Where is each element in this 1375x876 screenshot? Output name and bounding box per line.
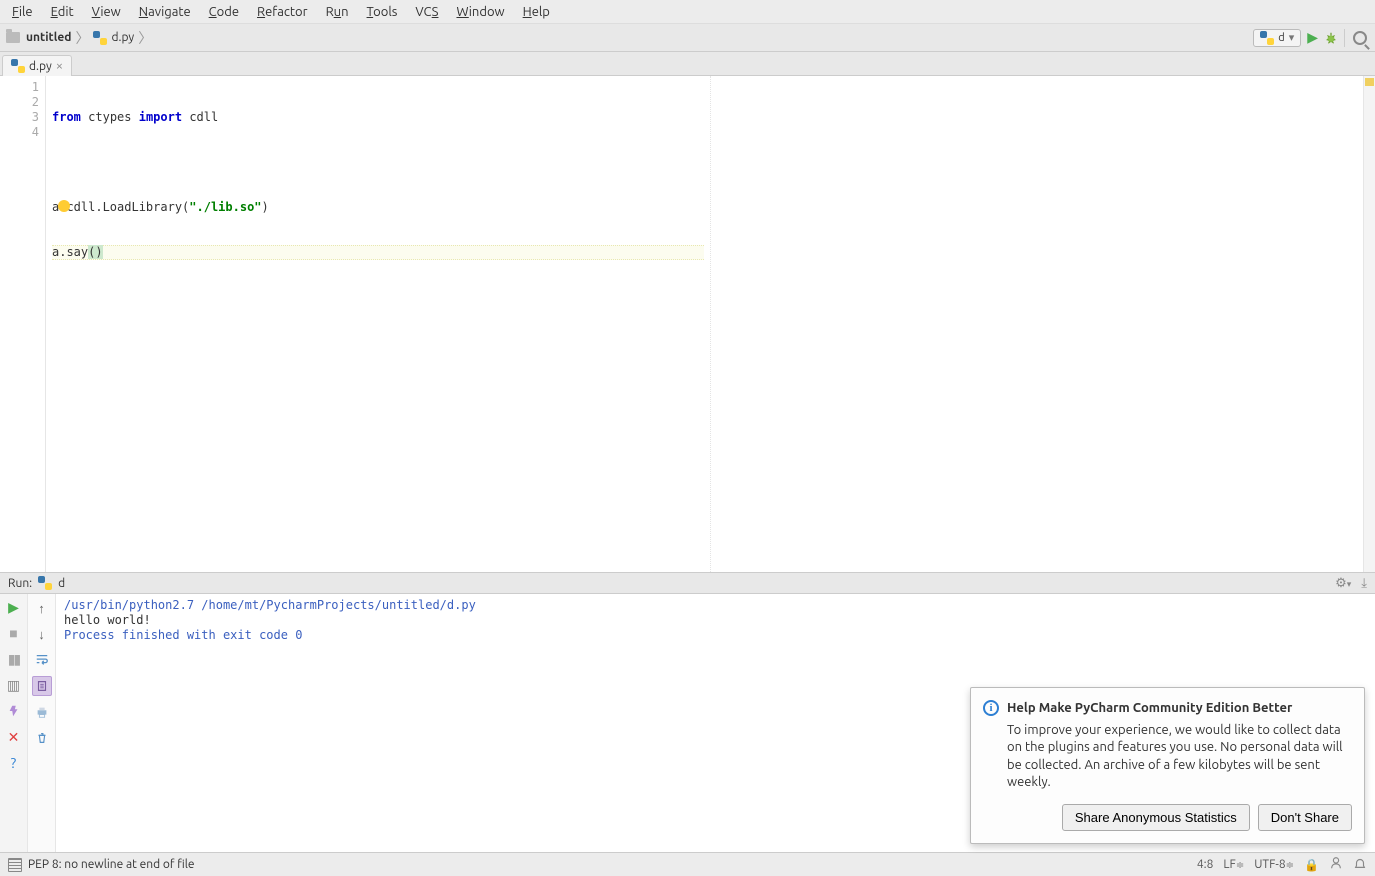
editor-blank	[710, 76, 1363, 572]
menu-edit[interactable]: Edit	[43, 3, 82, 21]
run-config-name: d	[1278, 32, 1284, 44]
close-button[interactable]: ✕	[5, 728, 23, 746]
python-icon	[1260, 31, 1274, 45]
dont-share-button[interactable]: Don't Share	[1258, 804, 1352, 831]
menubar: File Edit View Navigate Code Refactor Ru…	[0, 0, 1375, 24]
menu-view[interactable]: View	[84, 3, 129, 21]
intention-bulb-icon[interactable]	[58, 200, 70, 212]
notifications-icon[interactable]	[1353, 856, 1367, 873]
editor-tabs: d.py ×	[0, 52, 1375, 76]
run-panel-label: Run:	[8, 577, 32, 590]
line-number: 3	[0, 110, 39, 125]
warning-marker-icon[interactable]	[1365, 78, 1374, 86]
python-icon	[11, 59, 25, 73]
gear-icon[interactable]: ⚙▾	[1335, 576, 1351, 591]
layout-button[interactable]: ▥	[5, 676, 23, 694]
run-panel-header: Run: d ⚙▾ ⤓	[0, 572, 1375, 594]
rerun-button[interactable]: ▶	[5, 598, 23, 616]
up-stacktrace-button[interactable]: ↑	[32, 598, 52, 618]
line-number: 2	[0, 95, 39, 110]
processes-icon[interactable]	[1329, 856, 1343, 873]
clear-all-button[interactable]	[32, 728, 52, 748]
toolbar: untitled 〉 d.py 〉 d ▾ ▶	[0, 24, 1375, 52]
run-config-selector[interactable]: d ▾	[1253, 29, 1301, 47]
menu-file[interactable]: File	[4, 3, 41, 21]
pause-button[interactable]: ▮▮	[5, 650, 23, 668]
console-exit: Process finished with exit code 0	[64, 628, 1367, 643]
status-message: PEP 8: no newline at end of file	[28, 858, 194, 871]
run-panel: ▶ ■ ▮▮ ▥ ✕ ? ↑ ↓ /usr/bin/python2.7 /hom…	[0, 594, 1375, 852]
line-number: 4	[0, 125, 39, 140]
breadcrumb-sep-icon: 〉	[75, 28, 89, 48]
popup-title: Help Make PyCharm Community Edition Bett…	[1007, 701, 1292, 715]
gutter: 1 2 3 4	[0, 76, 46, 572]
chevron-down-icon: ▾	[1289, 31, 1295, 44]
menu-window[interactable]: Window	[448, 3, 512, 21]
menu-help[interactable]: Help	[515, 3, 558, 21]
pin-button[interactable]	[5, 702, 23, 720]
line-number: 1	[0, 80, 39, 95]
popup-body: To improve your experience, we would lik…	[1007, 722, 1352, 792]
print-button[interactable]	[32, 702, 52, 722]
close-icon[interactable]: ×	[56, 59, 63, 73]
breadcrumb: untitled 〉 d.py 〉	[6, 28, 152, 48]
console-command: /usr/bin/python2.7 /home/mt/PycharmProje…	[64, 598, 1367, 613]
error-stripe[interactable]	[1363, 76, 1375, 572]
line-separator[interactable]: LF≑	[1223, 858, 1244, 871]
breadcrumb-sep-icon: 〉	[138, 28, 152, 48]
usage-stats-popup: i Help Make PyCharm Community Edition Be…	[970, 687, 1365, 844]
debug-button[interactable]	[1324, 31, 1338, 45]
menu-navigate[interactable]: Navigate	[131, 3, 199, 21]
menu-run[interactable]: Run	[318, 3, 357, 21]
editor-area: 1 2 3 4 from ctypes import cdll a=cdll.L…	[0, 76, 1375, 572]
divider	[1344, 29, 1345, 47]
menu-vcs[interactable]: VCS	[407, 3, 446, 21]
editor-tab[interactable]: d.py ×	[2, 55, 72, 76]
python-icon	[93, 31, 107, 45]
stop-button[interactable]: ■	[5, 624, 23, 642]
soft-wrap-button[interactable]	[32, 650, 52, 670]
console-stdout: hello world!	[64, 613, 1367, 628]
run-actions-column: ▶ ■ ▮▮ ▥ ✕ ?	[0, 594, 28, 852]
down-stacktrace-button[interactable]: ↓	[32, 624, 52, 644]
breadcrumb-project[interactable]: untitled	[26, 31, 71, 44]
run-panel-config-name: d	[58, 577, 65, 590]
caret-position[interactable]: 4:8	[1197, 858, 1214, 871]
statusbar: PEP 8: no newline at end of file 4:8 LF≑…	[0, 852, 1375, 876]
search-icon	[1353, 31, 1367, 45]
menu-code[interactable]: Code	[201, 3, 247, 21]
folder-icon	[6, 32, 20, 43]
menu-tools[interactable]: Tools	[359, 3, 406, 21]
code-editor[interactable]: from ctypes import cdll a=cdll.LoadLibra…	[46, 76, 710, 572]
current-line-highlight	[52, 245, 704, 260]
menu-refactor[interactable]: Refactor	[249, 3, 316, 21]
hide-panel-icon[interactable]: ⤓	[1361, 576, 1367, 591]
help-button[interactable]: ?	[5, 754, 23, 772]
toolwindows-icon[interactable]	[8, 858, 22, 872]
console-actions-column: ↑ ↓	[28, 594, 56, 852]
scroll-to-end-button[interactable]	[32, 676, 52, 696]
breadcrumb-file[interactable]: d.py	[111, 31, 134, 44]
search-button[interactable]	[1351, 29, 1369, 47]
python-icon	[38, 576, 52, 590]
info-icon: i	[983, 700, 999, 716]
toolbar-right: d ▾ ▶	[1253, 29, 1369, 47]
share-stats-button[interactable]: Share Anonymous Statistics	[1062, 804, 1250, 831]
file-encoding[interactable]: UTF-8≑	[1254, 858, 1294, 871]
editor-tab-label: d.py	[29, 60, 52, 73]
run-button[interactable]: ▶	[1307, 29, 1318, 46]
lock-icon[interactable]: 🔒	[1304, 858, 1319, 872]
